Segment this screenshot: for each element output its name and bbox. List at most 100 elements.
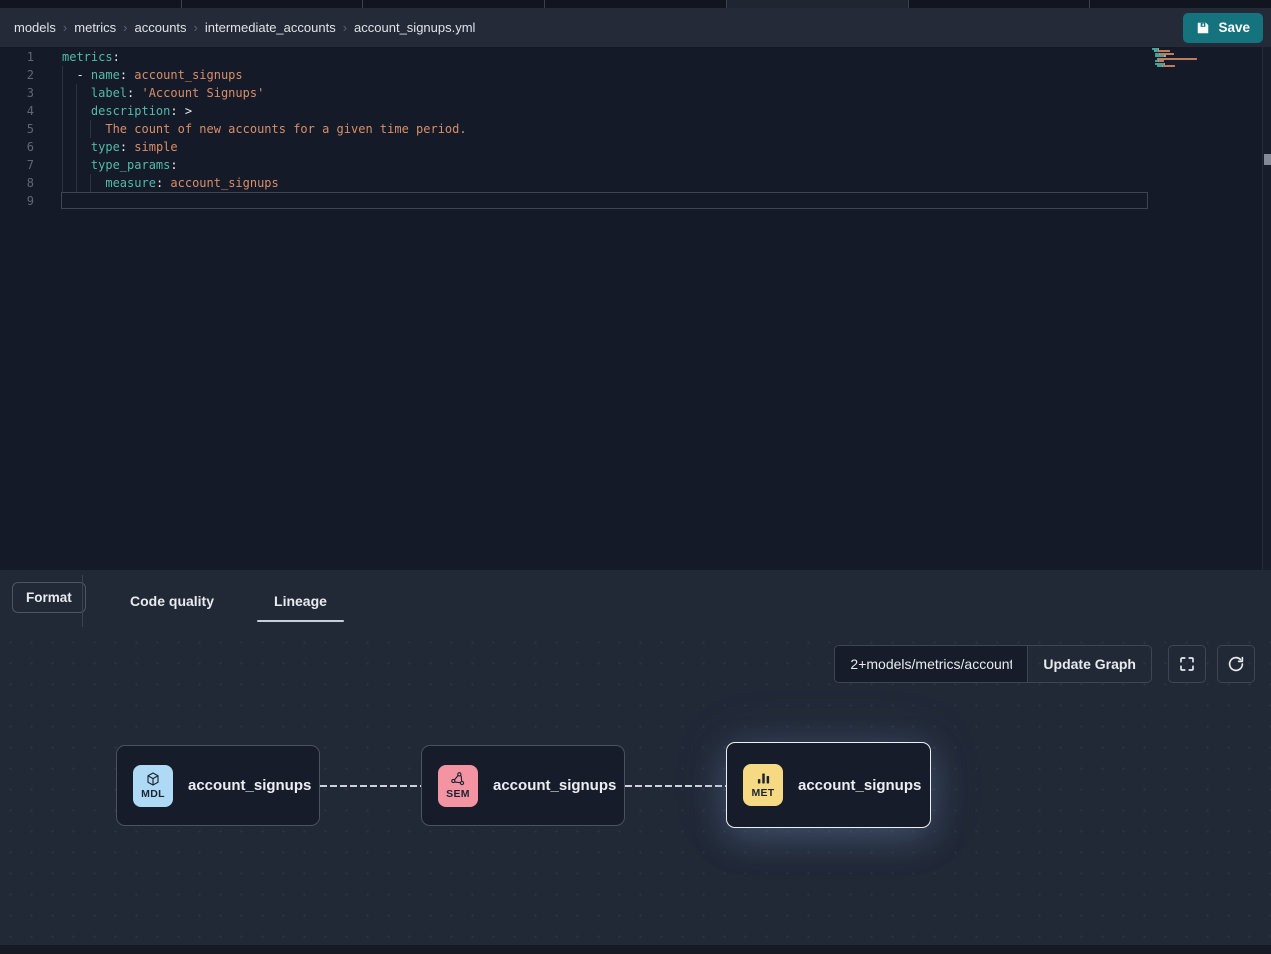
ide-window: models › metrics › accounts › intermediate_acc… bbox=[0, 0, 1271, 954]
minimap-line bbox=[1152, 58, 1216, 60]
code-line[interactable]: 2 - name: account_signups bbox=[0, 66, 1271, 84]
tab-code-quality[interactable]: Code quality bbox=[100, 570, 244, 632]
lineage-node-met[interactable]: MET account_signups bbox=[726, 742, 931, 828]
code-line[interactable]: 6 type: simple bbox=[0, 138, 1271, 156]
breadcrumb-separator-icon: › bbox=[63, 20, 67, 35]
node-label: account_signups bbox=[188, 777, 311, 794]
editor-tab-strip bbox=[0, 0, 1271, 8]
minimap-line bbox=[1152, 60, 1216, 62]
save-button-label: Save bbox=[1218, 20, 1250, 35]
panel-divider bbox=[82, 575, 83, 627]
minimap-line bbox=[1152, 65, 1216, 67]
breadcrumb-separator-icon: › bbox=[343, 20, 347, 35]
code-line[interactable]: 1 metrics: bbox=[0, 48, 1271, 66]
lineage-node-mdl[interactable]: MDL account_signups bbox=[116, 745, 320, 826]
minimap-line bbox=[1152, 55, 1216, 57]
line-number: 7 bbox=[0, 156, 34, 174]
format-button[interactable]: Format bbox=[12, 582, 86, 613]
node-label: account_signups bbox=[798, 777, 921, 794]
breadcrumb-item[interactable]: metrics bbox=[74, 20, 116, 35]
code-text: label: 'Account Signups' bbox=[62, 84, 264, 102]
active-line-highlight bbox=[61, 192, 1148, 209]
code-lines: 1metrics:2 - name: account_signups3 labe… bbox=[0, 47, 1271, 210]
minimap-line bbox=[1152, 50, 1216, 52]
cube-badge: MDL bbox=[133, 765, 173, 807]
badge-label: MET bbox=[751, 787, 774, 799]
breadcrumb-item[interactable]: accounts bbox=[135, 20, 187, 35]
lineage-selector-input[interactable] bbox=[835, 646, 1027, 682]
line-number: 2 bbox=[0, 66, 34, 84]
badge-label: SEM bbox=[446, 788, 470, 800]
fullscreen-icon bbox=[1178, 655, 1196, 673]
bar-chart-icon bbox=[756, 771, 771, 786]
save-button[interactable]: Save bbox=[1183, 13, 1263, 43]
share-nodes-icon bbox=[450, 771, 466, 787]
line-number: 3 bbox=[0, 84, 34, 102]
breadcrumb-item[interactable]: intermediate_accounts bbox=[205, 20, 336, 35]
top-tab-5[interactable] bbox=[909, 0, 1091, 8]
code-line[interactable]: 4 description: > bbox=[0, 102, 1271, 120]
indent-guide bbox=[90, 174, 91, 192]
breadcrumb: models › metrics › accounts › intermediate_acc… bbox=[14, 20, 479, 35]
indent-guide bbox=[62, 66, 63, 192]
minimap-line bbox=[1152, 63, 1216, 65]
refresh-icon bbox=[1227, 655, 1245, 673]
line-number: 9 bbox=[0, 192, 34, 210]
top-tab-4[interactable] bbox=[727, 0, 909, 8]
code-text: type_params: bbox=[62, 156, 178, 174]
top-tab-3[interactable] bbox=[545, 0, 727, 8]
code-line[interactable]: 3 label: 'Account Signups' bbox=[0, 84, 1271, 102]
refresh-button[interactable] bbox=[1217, 645, 1255, 683]
code-editor[interactable]: 1metrics:2 - name: account_signups3 labe… bbox=[0, 47, 1271, 570]
lineage-edge bbox=[320, 785, 421, 787]
breadcrumb-item[interactable]: account_signups.yml bbox=[354, 20, 475, 35]
tab-label: Code quality bbox=[130, 593, 214, 609]
bottom-panel: Format Code quality Lineage Update Graph bbox=[0, 570, 1271, 954]
line-number: 6 bbox=[0, 138, 34, 156]
tab-lineage[interactable]: Lineage bbox=[244, 570, 357, 632]
minimap-line bbox=[1152, 48, 1216, 50]
breadcrumb-separator-icon: › bbox=[123, 20, 127, 35]
code-text: - name: account_signups bbox=[62, 66, 243, 84]
share-nodes-badge: SEM bbox=[438, 765, 478, 807]
top-tab-2[interactable] bbox=[363, 0, 545, 8]
top-tab-1[interactable] bbox=[182, 0, 364, 8]
editor-scrollbar[interactable] bbox=[1262, 47, 1271, 570]
code-text: measure: account_signups bbox=[62, 174, 279, 192]
minimap-line bbox=[1152, 53, 1216, 55]
code-line[interactable]: 7 type_params: bbox=[0, 156, 1271, 174]
badge-label: MDL bbox=[141, 788, 165, 800]
top-tab-0[interactable] bbox=[0, 0, 182, 8]
bar-chart-badge: MET bbox=[743, 764, 783, 806]
scrollbar-thumb[interactable] bbox=[1264, 154, 1271, 165]
breadcrumb-item[interactable]: models bbox=[14, 20, 56, 35]
line-number: 1 bbox=[0, 48, 34, 66]
save-icon bbox=[1196, 21, 1210, 35]
code-line[interactable]: 5 The count of new accounts for a given … bbox=[0, 120, 1271, 138]
panel-tabs: Code quality Lineage bbox=[100, 570, 357, 632]
code-text: description: > bbox=[62, 102, 192, 120]
fullscreen-button[interactable] bbox=[1168, 645, 1206, 683]
line-number: 4 bbox=[0, 102, 34, 120]
cube-icon bbox=[145, 771, 161, 787]
top-tab-6[interactable] bbox=[1090, 0, 1271, 8]
lineage-node-sem[interactable]: SEM account_signups bbox=[421, 745, 625, 826]
code-text: metrics: bbox=[62, 48, 120, 66]
code-text: type: simple bbox=[62, 138, 178, 156]
code-line[interactable]: 8 measure: account_signups bbox=[0, 174, 1271, 192]
panel-bottom-strip bbox=[0, 945, 1271, 954]
lineage-selector-group: Update Graph bbox=[834, 645, 1152, 683]
indent-guide bbox=[90, 120, 91, 138]
indent-guide bbox=[76, 84, 77, 192]
minimap[interactable] bbox=[1152, 48, 1216, 68]
breadcrumb-bar: models › metrics › accounts › intermediate_acc… bbox=[0, 8, 1271, 47]
line-number: 8 bbox=[0, 174, 34, 192]
code-text: The count of new accounts for a given ti… bbox=[62, 120, 467, 138]
lineage-edge bbox=[625, 785, 726, 787]
line-number: 5 bbox=[0, 120, 34, 138]
breadcrumb-separator-icon: › bbox=[194, 20, 198, 35]
node-label: account_signups bbox=[493, 777, 616, 794]
lineage-canvas[interactable]: Update Graph MDLaccount_signupsSEMaccoun bbox=[0, 632, 1271, 945]
update-graph-button[interactable]: Update Graph bbox=[1027, 646, 1151, 682]
tab-label: Lineage bbox=[274, 593, 327, 609]
